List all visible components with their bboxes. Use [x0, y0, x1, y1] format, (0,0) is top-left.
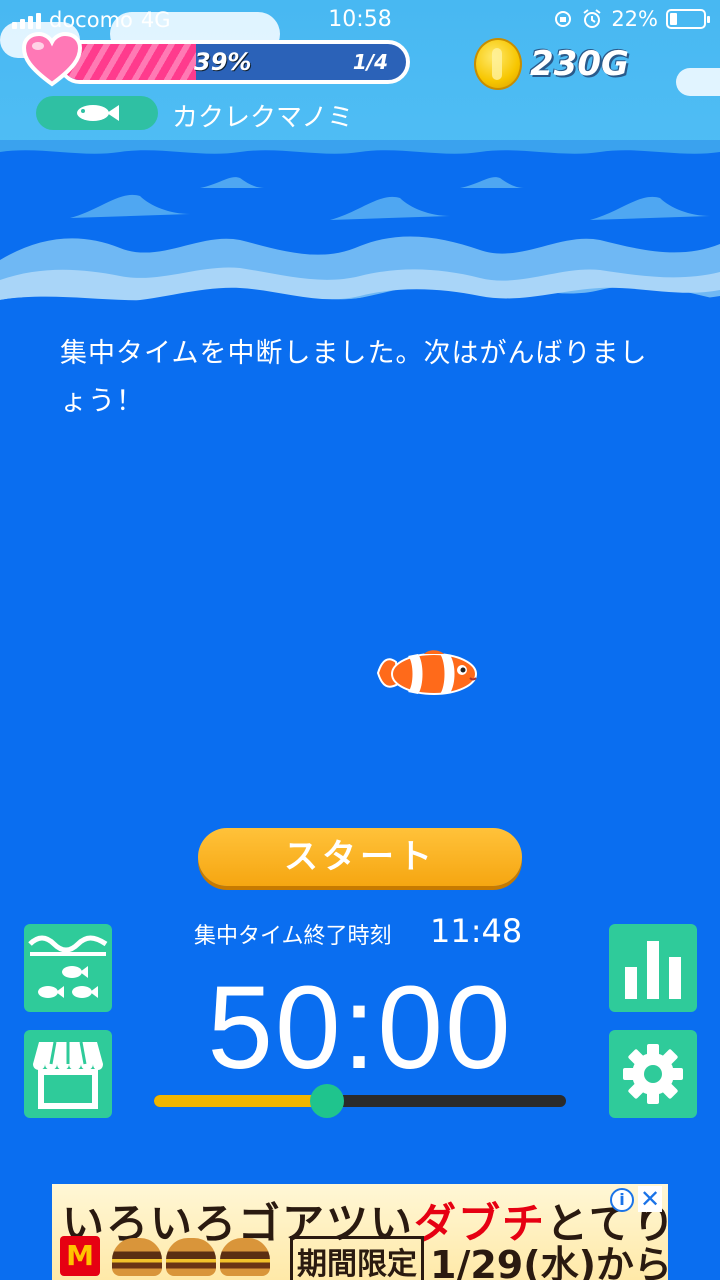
stats-icon [625, 941, 681, 999]
aquarium-button[interactable] [24, 924, 112, 1012]
alarm-icon [583, 9, 601, 28]
cloud [676, 68, 720, 96]
start-button[interactable]: スタート [198, 828, 522, 886]
health-bar-fill [62, 44, 197, 80]
battery-icon [666, 9, 710, 29]
clownfish-sprite [376, 650, 477, 695]
gold-amount: 230G [530, 44, 629, 84]
shop-button[interactable] [24, 1030, 112, 1118]
ad-close-icon[interactable]: ✕ [638, 1186, 662, 1212]
ad-period-badge: 期間限定 [290, 1236, 424, 1280]
ad-banner[interactable]: いろいろゴアツいダブチとてりやき M 期間限定1/29(水)から! i ✕ [52, 1184, 668, 1280]
battery-percent: 22% [611, 7, 658, 31]
fish-badge[interactable] [36, 96, 158, 130]
stage-counter: 1/4 [352, 50, 388, 74]
fish-name: カクレクマノミ [172, 103, 354, 133]
ad-info-icon[interactable]: i [610, 1188, 634, 1212]
gear-icon [623, 1044, 683, 1104]
stats-button[interactable] [609, 924, 697, 1012]
health-bar: 39% 1/4 [58, 40, 410, 84]
end-time-label: 集中タイム終了時刻 [194, 924, 392, 949]
status-message: 集中タイムを中断しました。次はがんばりましょう！ [60, 338, 648, 417]
fish-icon [77, 105, 119, 121]
heart-icon [22, 32, 82, 87]
rotation-lock-icon [555, 11, 572, 27]
duration-slider-fill [154, 1095, 328, 1107]
ad-subline: 期間限定 1/29(水)から! [290, 1234, 668, 1280]
status-bar: docomo 4G 10:58 22% [0, 0, 720, 40]
burger-images [112, 1238, 270, 1276]
coin-icon [474, 38, 522, 90]
end-time-value: 11:48 [430, 912, 523, 950]
sea-waves [0, 140, 720, 310]
timer-display: 50:00 [207, 962, 513, 1094]
health-percent: 39% [194, 48, 252, 76]
aquarium-icon [28, 935, 108, 998]
mcdonalds-logo-icon: M [60, 1236, 100, 1276]
duration-slider-knob[interactable] [310, 1084, 345, 1118]
shop-icon [33, 1041, 103, 1109]
settings-button[interactable] [609, 1030, 697, 1118]
ad-date: 1/29(水)から! [430, 1243, 668, 1280]
